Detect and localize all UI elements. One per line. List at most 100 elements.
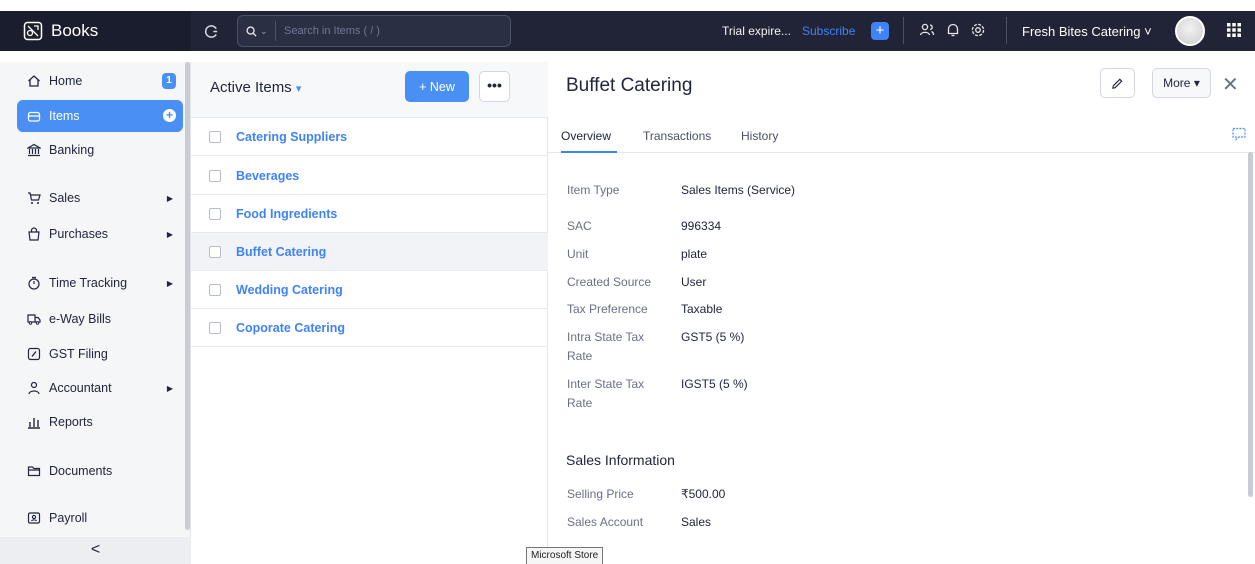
bell-icon[interactable] — [945, 22, 961, 38]
expand-arrow-icon: ▶ — [166, 383, 173, 393]
chevron-down-icon: ▾ — [295, 83, 302, 95]
row-checkbox[interactable] — [209, 283, 221, 296]
divider — [1006, 17, 1007, 44]
trial-status[interactable]: Trial expire... — [722, 24, 791, 38]
field-label-selling-price: Selling Price — [567, 487, 634, 501]
page-title: Buffet Catering — [566, 75, 693, 96]
list-item[interactable]: Catering Suppliers — [191, 118, 548, 156]
list-item-selected[interactable]: Buffet Catering — [191, 233, 548, 271]
stopwatch-icon — [27, 276, 41, 290]
item-name-link[interactable]: Catering Suppliers — [236, 130, 347, 144]
tab-transactions[interactable]: Transactions — [643, 129, 711, 143]
cart-icon — [27, 191, 41, 205]
accountant-icon — [27, 381, 41, 395]
sidebar-item-home[interactable]: Home 1 — [17, 65, 183, 97]
sidebar-item-purchases[interactable]: Purchases ▶ — [17, 218, 183, 250]
organization-switcher[interactable]: Fresh Bites Catering ˅ — [1022, 24, 1152, 39]
tab-overview[interactable]: Overview — [561, 129, 611, 143]
item-name-link[interactable]: Coporate Catering — [236, 321, 345, 335]
row-checkbox[interactable] — [209, 130, 221, 143]
notification-badge: 1 — [162, 73, 176, 89]
books-logo-icon — [23, 21, 43, 41]
field-label-sales-account: Sales Account — [567, 515, 644, 529]
detail-scrollbar[interactable] — [1248, 152, 1253, 497]
row-checkbox[interactable] — [209, 245, 221, 258]
field-value-selling-price: ₹500.00 — [681, 487, 726, 501]
active-tab-indicator — [561, 151, 617, 153]
tab-history[interactable]: History — [741, 129, 778, 143]
more-actions-button[interactable]: More ▾ — [1152, 68, 1211, 98]
field-label-item-type: Item Type — [567, 183, 620, 197]
sidebar-item-payroll[interactable]: Payroll — [17, 502, 183, 534]
sidebar-item-items[interactable]: Items + — [17, 100, 183, 132]
sidebar-item-documents[interactable]: Documents — [17, 455, 183, 487]
list-item[interactable]: Coporate Catering — [191, 309, 548, 347]
list-item[interactable]: Beverages — [191, 157, 548, 195]
item-detail-panel: Buffet Catering More ▾ ✕ Overview Transa… — [548, 62, 1255, 564]
row-checkbox[interactable] — [209, 169, 221, 182]
items-list-panel: Active Items ▾ + New ••• Catering Suppli… — [191, 62, 548, 564]
field-label-unit: Unit — [567, 247, 589, 261]
sidebar-item-accountant[interactable]: Accountant ▶ — [17, 372, 183, 404]
sidebar-item-label: GST Filing — [49, 347, 108, 361]
list-item[interactable]: Food Ingredients — [191, 195, 548, 233]
referral-users-icon[interactable] — [919, 22, 935, 38]
subscribe-link[interactable]: Subscribe — [802, 24, 855, 38]
truck-icon — [27, 312, 41, 326]
search-input[interactable] — [276, 25, 496, 37]
bar-chart-icon — [27, 415, 41, 429]
payroll-icon — [27, 511, 41, 525]
field-label-intra-state-tax-rate: Intra State Tax Rate — [567, 330, 645, 363]
sidebar-item-label: Documents — [49, 464, 113, 478]
more-options-button[interactable]: ••• — [479, 71, 510, 102]
detail-tabs: Overview Transactions History — [548, 118, 1255, 153]
list-item[interactable]: Wedding Catering — [191, 271, 548, 309]
sidebar-item-eway-bills[interactable]: e-Way Bills — [17, 303, 183, 335]
add-item-plus-icon[interactable]: + — [163, 109, 176, 122]
search-scope-dropdown[interactable]: ⌄ — [238, 21, 276, 41]
refresh-icon[interactable] — [204, 24, 219, 43]
field-label-inter-state-tax-rate: Inter State Tax Rate — [567, 377, 645, 410]
sidebar-item-sales[interactable]: Sales ▶ — [17, 182, 183, 214]
sidebar-item-label: Time Tracking — [49, 276, 128, 290]
collapse-sidebar-button[interactable]: < — [0, 537, 191, 564]
field-value-intra-state-tax-rate: GST5 (5 %) — [681, 330, 745, 344]
item-name-link[interactable]: Food Ingredients — [236, 207, 337, 221]
search-bar[interactable]: ⌄ — [237, 15, 511, 47]
chevron-down-icon: ⌄ — [260, 25, 268, 36]
taskbar-tooltip: Microsoft Store — [526, 547, 604, 564]
quick-create-plus-icon[interactable]: + — [871, 22, 889, 40]
sidebar-item-gst-filing[interactable]: GST Filing — [17, 338, 183, 370]
chevron-left-icon: < — [90, 541, 101, 558]
item-name-link[interactable]: Wedding Catering — [236, 283, 343, 297]
comment-icon[interactable] — [1231, 126, 1247, 142]
sidebar-item-label: Sales — [49, 191, 81, 205]
item-name-link[interactable]: Buffet Catering — [236, 245, 326, 259]
app-grid-icon[interactable] — [1226, 22, 1242, 38]
sidebar-item-label: Payroll — [49, 511, 88, 525]
home-icon — [27, 74, 41, 88]
sidebar-item-time-tracking[interactable]: Time Tracking ▶ — [17, 267, 183, 299]
expand-arrow-icon: ▶ — [166, 193, 173, 203]
brand-name: Books — [51, 21, 99, 40]
row-checkbox[interactable] — [209, 207, 221, 220]
gear-icon[interactable] — [970, 22, 986, 38]
list-view-dropdown[interactable]: Active Items ▾ — [210, 79, 301, 96]
field-value-item-type: Sales Items (Service) — [681, 183, 796, 197]
row-checkbox[interactable] — [209, 321, 221, 334]
edit-button[interactable] — [1100, 68, 1135, 98]
sales-information-heading: Sales Information — [566, 452, 675, 468]
field-value-created-source: User — [681, 275, 707, 289]
item-name-link[interactable]: Beverages — [236, 169, 299, 183]
new-item-button[interactable]: + New — [405, 71, 469, 102]
bank-icon — [27, 143, 41, 157]
brand-logo[interactable]: Books — [0, 11, 191, 51]
expand-arrow-icon: ▶ — [166, 229, 173, 239]
sidebar-item-reports[interactable]: Reports — [17, 406, 183, 438]
sidebar-item-banking[interactable]: Banking — [17, 134, 183, 166]
sidebar-scrollbar[interactable] — [185, 62, 190, 530]
close-icon[interactable]: ✕ — [1222, 72, 1239, 97]
folder-icon — [27, 464, 41, 478]
avatar[interactable] — [1175, 16, 1205, 46]
list-title: Active Items — [210, 79, 292, 96]
